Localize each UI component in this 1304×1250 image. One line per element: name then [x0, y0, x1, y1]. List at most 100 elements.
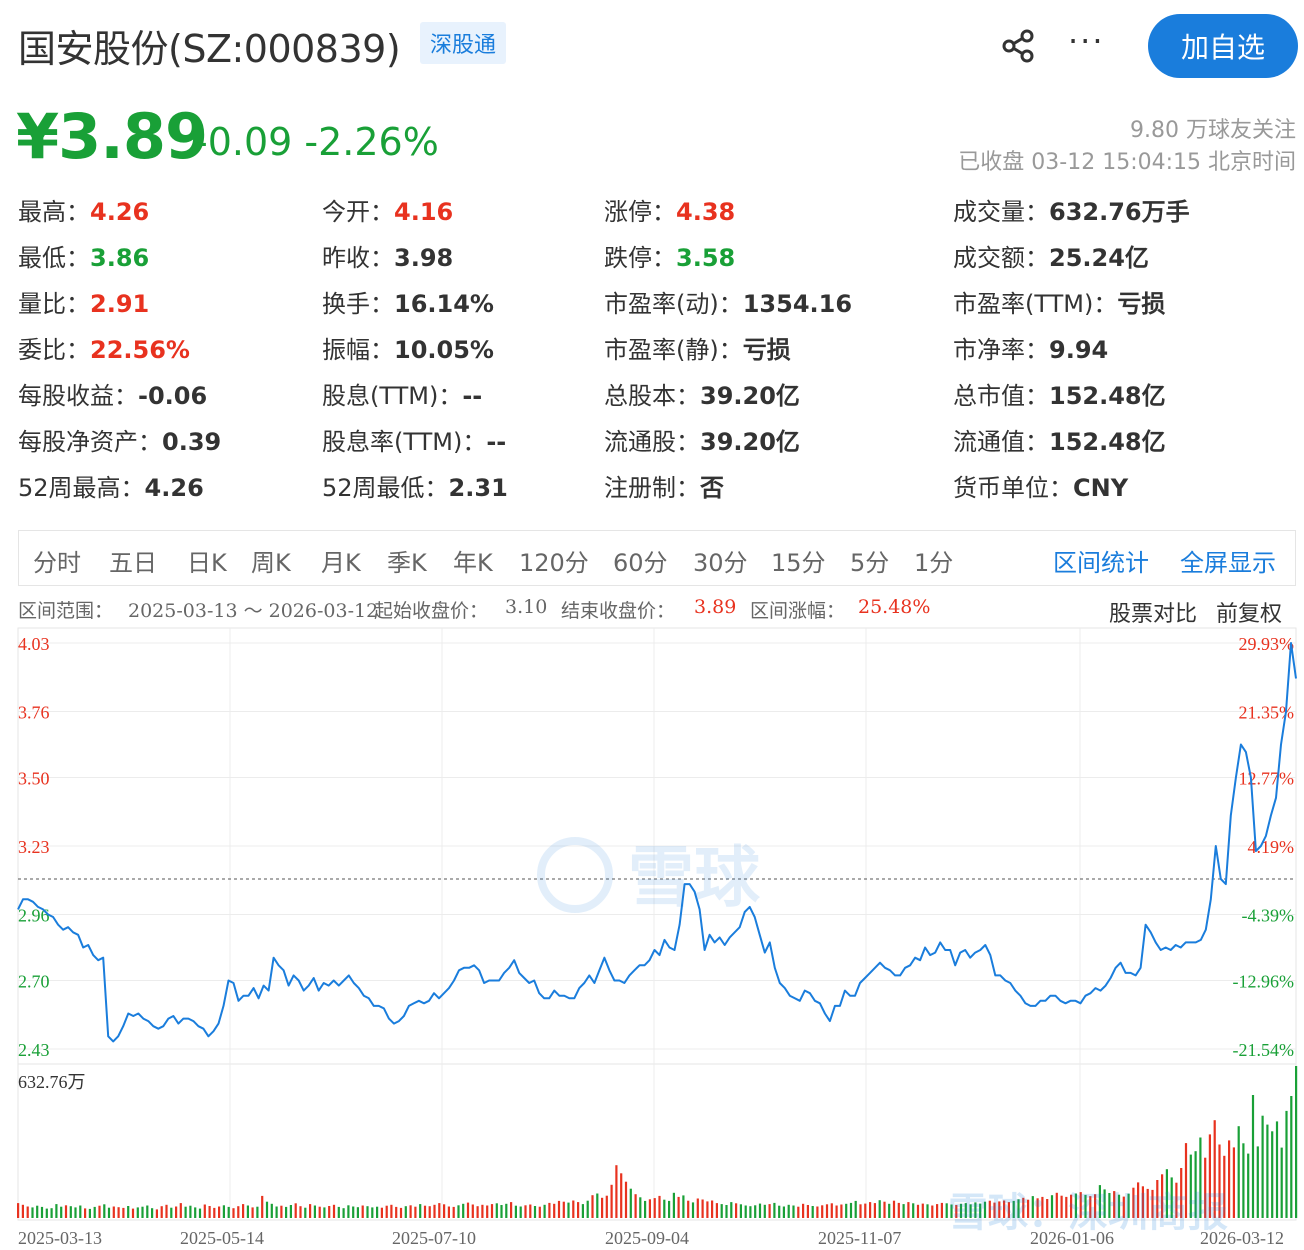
price-chart[interactable]: 4.03 29.93%3.76 21.35%3.50 12.77%3.23 4.19%2… [0, 0, 1304, 1250]
volume-bar [275, 1206, 278, 1218]
volume-bar [1285, 1110, 1288, 1218]
volume-bar [830, 1203, 833, 1218]
volume-bar [131, 1208, 135, 1218]
volume-bar [490, 1204, 494, 1218]
volume-bar [720, 1204, 723, 1218]
volume-bar [447, 1206, 450, 1218]
x-axis-label: 2026-01-06 [1030, 1228, 1114, 1248]
volume-bar [242, 1204, 245, 1218]
volume-bar [55, 1204, 58, 1218]
volume-bar [562, 1201, 565, 1218]
volume-bar [883, 1201, 886, 1218]
volume-bar [17, 1203, 20, 1218]
volume-bar [869, 1202, 872, 1218]
volume-bar [438, 1203, 441, 1218]
volume-bar [289, 1205, 292, 1218]
volume-bar [773, 1202, 776, 1218]
volume-bar [653, 1198, 656, 1218]
volume-bar [524, 1205, 527, 1218]
volume-bar [1266, 1124, 1269, 1218]
volume-bar [399, 1207, 403, 1218]
volume-bar [151, 1208, 154, 1218]
volume-bar [31, 1207, 34, 1218]
volume-bar [1280, 1147, 1283, 1218]
volume-bar [864, 1203, 867, 1218]
volume-bar [170, 1207, 173, 1218]
volume-bar [782, 1206, 785, 1218]
volume-bar [510, 1202, 513, 1218]
volume-bar [921, 1203, 924, 1218]
volume-bar [610, 1184, 613, 1218]
volume-bar [687, 1200, 690, 1218]
volume-bar [146, 1205, 149, 1218]
volume-bar [1271, 1131, 1274, 1218]
volume-bar [715, 1203, 718, 1218]
volume-bar [601, 1197, 604, 1218]
volume-bar [366, 1206, 369, 1218]
volume-bar [428, 1206, 431, 1218]
volume-bar [136, 1207, 139, 1218]
volume-bar [309, 1204, 312, 1218]
volume-bar [471, 1204, 474, 1218]
volume-bar [251, 1207, 254, 1218]
watermark-circle [537, 837, 613, 913]
volume-bar [816, 1206, 819, 1218]
volume-bar [572, 1200, 575, 1218]
volume-bar [64, 1205, 68, 1218]
volume-bar [897, 1202, 900, 1218]
volume-bar [328, 1206, 331, 1218]
volume-bar [668, 1200, 671, 1218]
volume-bar [40, 1206, 44, 1218]
volume-bar [1242, 1143, 1245, 1218]
volume-bar [648, 1199, 651, 1218]
volume-bar [194, 1207, 197, 1218]
price-tick-label: 2.70 [18, 971, 50, 991]
volume-bar [495, 1203, 498, 1218]
volume-bar [337, 1206, 340, 1218]
volume-bar [624, 1181, 628, 1218]
price-tick-label: 2.43 [18, 1040, 50, 1060]
volume-bar [730, 1202, 733, 1218]
volume-bar [60, 1206, 63, 1218]
volume-bar [557, 1200, 561, 1218]
volume-bar [213, 1207, 216, 1218]
volume-bar [294, 1203, 297, 1218]
volume-bar [912, 1203, 915, 1218]
price-tick-label: 3.50 [18, 768, 50, 788]
volume-bar [313, 1205, 316, 1218]
volume-bar [768, 1204, 771, 1218]
volume-max-label: 632.76万 [18, 1072, 86, 1092]
volume-bar [672, 1192, 675, 1218]
volume-bar [112, 1206, 115, 1218]
volume-bar [553, 1203, 556, 1218]
volume-bar [763, 1204, 766, 1218]
volume-bar [380, 1207, 383, 1218]
volume-bar [232, 1208, 235, 1218]
volume-bar [797, 1206, 800, 1218]
volume-bar [514, 1205, 517, 1218]
volume-bar [50, 1208, 53, 1218]
volume-bar [591, 1195, 594, 1218]
volume-bar [141, 1206, 144, 1218]
volume-bar [376, 1206, 379, 1218]
volume-bar [371, 1207, 374, 1218]
volume-bar [543, 1204, 546, 1218]
volume-bar [160, 1206, 163, 1218]
volume-bar [203, 1204, 206, 1218]
volume-bar [69, 1206, 72, 1218]
volume-bar [385, 1205, 388, 1218]
volume-bar [409, 1205, 412, 1218]
x-axis-label: 2026-03-12 [1200, 1228, 1284, 1248]
volume-bar [821, 1205, 824, 1218]
volume-bar [644, 1200, 647, 1218]
price-tick-label: 4.03 [18, 634, 50, 654]
volume-bar [873, 1203, 876, 1218]
volume-bar [98, 1205, 101, 1218]
volume-bar [318, 1206, 321, 1218]
volume-bar [117, 1207, 120, 1218]
volume-bar [198, 1208, 202, 1218]
volume-bar [36, 1205, 39, 1218]
volume-bar [892, 1200, 896, 1218]
volume-bar [222, 1205, 225, 1218]
volume-bar [452, 1206, 455, 1218]
